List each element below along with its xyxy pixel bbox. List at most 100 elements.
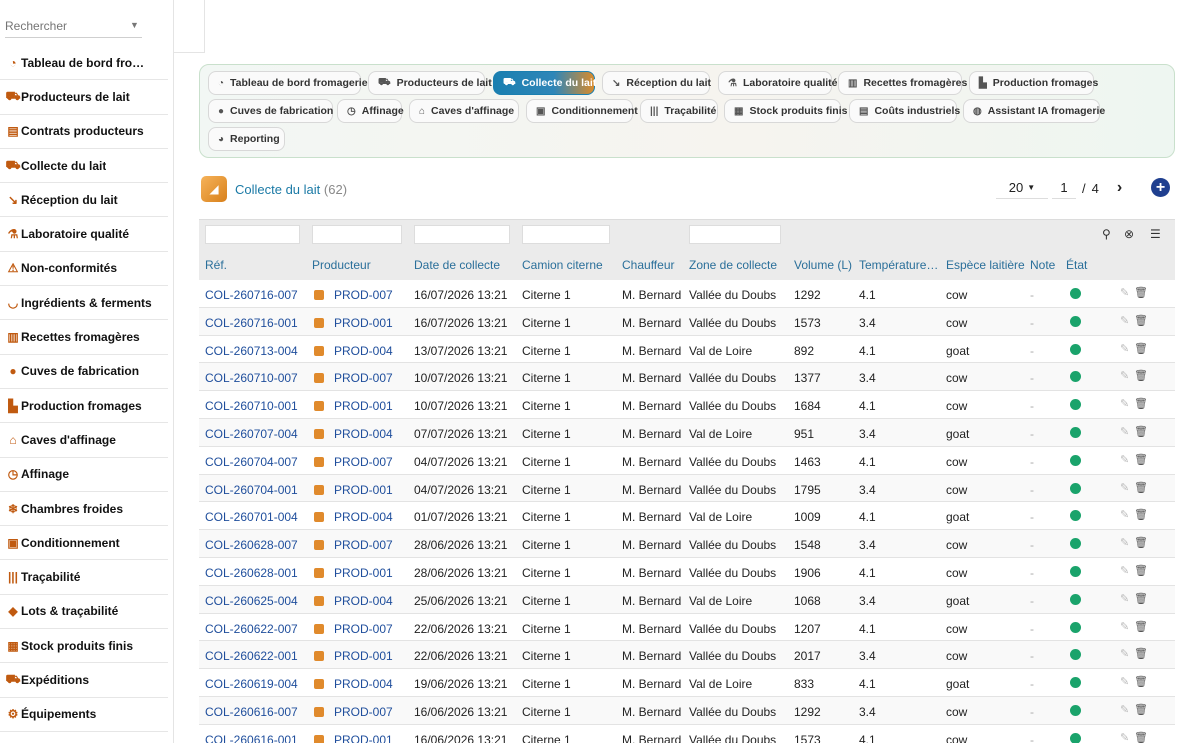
menu-chip[interactable]: ◔ Tableau de bord fromagerie: [208, 71, 368, 95]
table-row[interactable]: COL-260625-004 PROD-004 25/06/2026 13:21 Ci…: [199, 585, 1175, 614]
column-header[interactable]: Camion citerne: [522, 258, 603, 272]
ref-link[interactable]: COL-260710-007: [205, 371, 298, 385]
sidebar-item[interactable]: ◆ Lots & traçabilité: [0, 595, 168, 630]
trash-icon[interactable]: 🗑: [1134, 564, 1148, 577]
trash-icon[interactable]: 🗑: [1134, 592, 1148, 605]
sidebar-item[interactable]: ⚙ Équipements: [0, 698, 168, 732]
search-icon[interactable]: ⚲: [1102, 227, 1111, 241]
producteur-link[interactable]: PROD-004: [334, 510, 393, 524]
sidebar-item[interactable]: ◔ Tableau de bord fro…: [0, 46, 168, 81]
edit-icon[interactable]: ✎: [1120, 592, 1129, 605]
producteur-link[interactable]: PROD-001: [334, 733, 393, 743]
trash-icon[interactable]: 🗑: [1134, 453, 1148, 466]
ref-link[interactable]: COL-260716-001: [205, 316, 298, 330]
trash-icon[interactable]: 🗑: [1134, 536, 1148, 549]
ref-link[interactable]: COL-260701-004: [205, 510, 298, 524]
sidebar-item[interactable]: ▥ Recettes fromagères: [0, 320, 168, 355]
filter-ref-input[interactable]: [205, 225, 300, 244]
producteur-link[interactable]: PROD-007: [334, 538, 393, 552]
ref-link[interactable]: COL-260704-001: [205, 483, 298, 497]
menu-chip[interactable]: ◍ Assistant IA fromagerie: [963, 99, 1105, 123]
menu-chip[interactable]: ◷ Affinage: [337, 99, 404, 123]
column-header[interactable]: Réf.: [205, 258, 227, 272]
column-header[interactable]: Producteur: [312, 258, 371, 272]
sidebar-item[interactable]: ↘ Réception du lait: [0, 183, 168, 218]
producteur-link[interactable]: PROD-007: [334, 455, 393, 469]
sidebar-item[interactable]: ▤ Contrats producteurs: [0, 115, 168, 149]
edit-icon[interactable]: ✎: [1120, 342, 1129, 355]
edit-icon[interactable]: ✎: [1120, 675, 1129, 688]
column-header[interactable]: Date de collecte: [414, 258, 500, 272]
producteur-link[interactable]: PROD-004: [334, 344, 393, 358]
table-row[interactable]: COL-260716-001 PROD-001 16/07/2026 13:21 Ci…: [199, 307, 1175, 336]
clear-filter-icon[interactable]: ⊗: [1124, 227, 1134, 241]
producteur-link[interactable]: PROD-007: [334, 371, 393, 385]
table-row[interactable]: COL-260710-007 PROD-007 10/07/2026 13:21 Ci…: [199, 363, 1175, 392]
menu-chip[interactable]: ◕ Reporting: [208, 127, 285, 151]
ref-link[interactable]: COL-260616-007: [205, 705, 298, 719]
table-row[interactable]: COL-260716-007 PROD-007 16/07/2026 13:21 Ci…: [199, 280, 1175, 308]
table-row[interactable]: COL-260701-004 PROD-004 01/07/2026 13:21 Ci…: [199, 502, 1175, 531]
table-row[interactable]: COL-260704-007 PROD-007 04/07/2026 13:21 Ci…: [199, 446, 1175, 475]
trash-icon[interactable]: 🗑: [1134, 397, 1148, 410]
sidebar-item[interactable]: ● Cuves de fabrication: [0, 355, 168, 389]
sidebar-item[interactable]: ▙ Production fromages: [0, 389, 168, 424]
trash-icon[interactable]: 🗑: [1134, 647, 1148, 660]
producteur-link[interactable]: PROD-001: [334, 399, 393, 413]
ref-link[interactable]: COL-260716-007: [205, 288, 298, 302]
menu-chip[interactable]: ▦ Stock produits finis: [724, 99, 847, 123]
ref-link[interactable]: COL-260713-004: [205, 344, 298, 358]
ref-link[interactable]: COL-260628-007: [205, 538, 298, 552]
sidebar-item[interactable]: ⌂ Caves d'affinage: [0, 423, 168, 458]
producteur-link[interactable]: PROD-001: [334, 649, 393, 663]
trash-icon[interactable]: 🗑: [1134, 703, 1148, 716]
table-row[interactable]: COL-260616-001 PROD-001 16/06/2026 13:21 Ci…: [199, 724, 1175, 743]
producteur-link[interactable]: PROD-007: [334, 622, 393, 636]
chevron-down-icon[interactable]: ▼: [130, 20, 139, 30]
table-row[interactable]: COL-260619-004 PROD-004 19/06/2026 13:21 Ci…: [199, 669, 1175, 697]
producteur-link[interactable]: PROD-004: [334, 594, 393, 608]
table-row[interactable]: COL-260616-007 PROD-007 16/06/2026 13:21 Ci…: [199, 696, 1175, 725]
ref-link[interactable]: COL-260704-007: [205, 455, 298, 469]
edit-icon[interactable]: ✎: [1120, 369, 1129, 382]
ref-link[interactable]: COL-260710-001: [205, 399, 298, 413]
ref-link[interactable]: COL-260619-004: [205, 677, 298, 691]
table-row[interactable]: COL-260704-001 PROD-001 04/07/2026 13:21 Ci…: [199, 474, 1175, 503]
trash-icon[interactable]: 🗑: [1134, 369, 1148, 382]
table-row[interactable]: COL-260710-001 PROD-001 10/07/2026 13:21 Ci…: [199, 391, 1175, 419]
edit-icon[interactable]: ✎: [1120, 481, 1129, 494]
ref-link[interactable]: COL-260707-004: [205, 427, 298, 441]
edit-icon[interactable]: ✎: [1120, 508, 1129, 521]
filter-date-input[interactable]: [414, 225, 510, 244]
ref-link[interactable]: COL-260622-001: [205, 649, 298, 663]
sidebar-item[interactable]: ❄ Chambres froides: [0, 492, 168, 527]
ref-link[interactable]: COL-260622-007: [205, 622, 298, 636]
table-row[interactable]: COL-260628-001 PROD-001 28/06/2026 13:21 Ci…: [199, 557, 1175, 586]
add-record-button[interactable]: +: [1151, 178, 1170, 197]
trash-icon[interactable]: 🗑: [1134, 425, 1148, 438]
sidebar-item[interactable]: ⛟ Collecte du lait: [0, 149, 168, 184]
edit-icon[interactable]: ✎: [1120, 397, 1129, 410]
edit-icon[interactable]: ✎: [1120, 286, 1129, 299]
column-header[interactable]: Température…: [859, 258, 938, 272]
sidebar-item[interactable]: ⚠ Non-conformités: [0, 252, 168, 287]
menu-chip[interactable]: ↘ Réception du lait: [602, 71, 711, 95]
trash-icon[interactable]: 🗑: [1134, 342, 1148, 355]
trash-icon[interactable]: 🗑: [1134, 731, 1148, 743]
search-input[interactable]: [5, 14, 142, 38]
column-header[interactable]: Espèce laitière: [946, 258, 1025, 272]
ref-link[interactable]: COL-260616-001: [205, 733, 298, 743]
table-row[interactable]: COL-260707-004 PROD-004 07/07/2026 13:21 Ci…: [199, 418, 1175, 447]
trash-icon[interactable]: 🗑: [1134, 314, 1148, 327]
menu-chip[interactable]: ▙ Production fromages: [969, 71, 1098, 95]
menu-chip[interactable]: ● Cuves de fabrication: [208, 99, 333, 123]
filter-zone-input[interactable]: [689, 225, 781, 244]
menu-chip[interactable]: ▣ Conditionnement: [526, 99, 638, 123]
edit-icon[interactable]: ✎: [1120, 564, 1129, 577]
trash-icon[interactable]: 🗑: [1134, 481, 1148, 494]
menu-chip[interactable]: ||| Traçabilité: [640, 99, 718, 123]
sidebar-item[interactable]: ⚗ Laboratoire qualité: [0, 217, 168, 252]
edit-icon[interactable]: ✎: [1120, 647, 1129, 660]
table-row[interactable]: COL-260628-007 PROD-007 28/06/2026 13:21 Ci…: [199, 530, 1175, 558]
next-page-icon[interactable]: ›: [1117, 179, 1122, 197]
